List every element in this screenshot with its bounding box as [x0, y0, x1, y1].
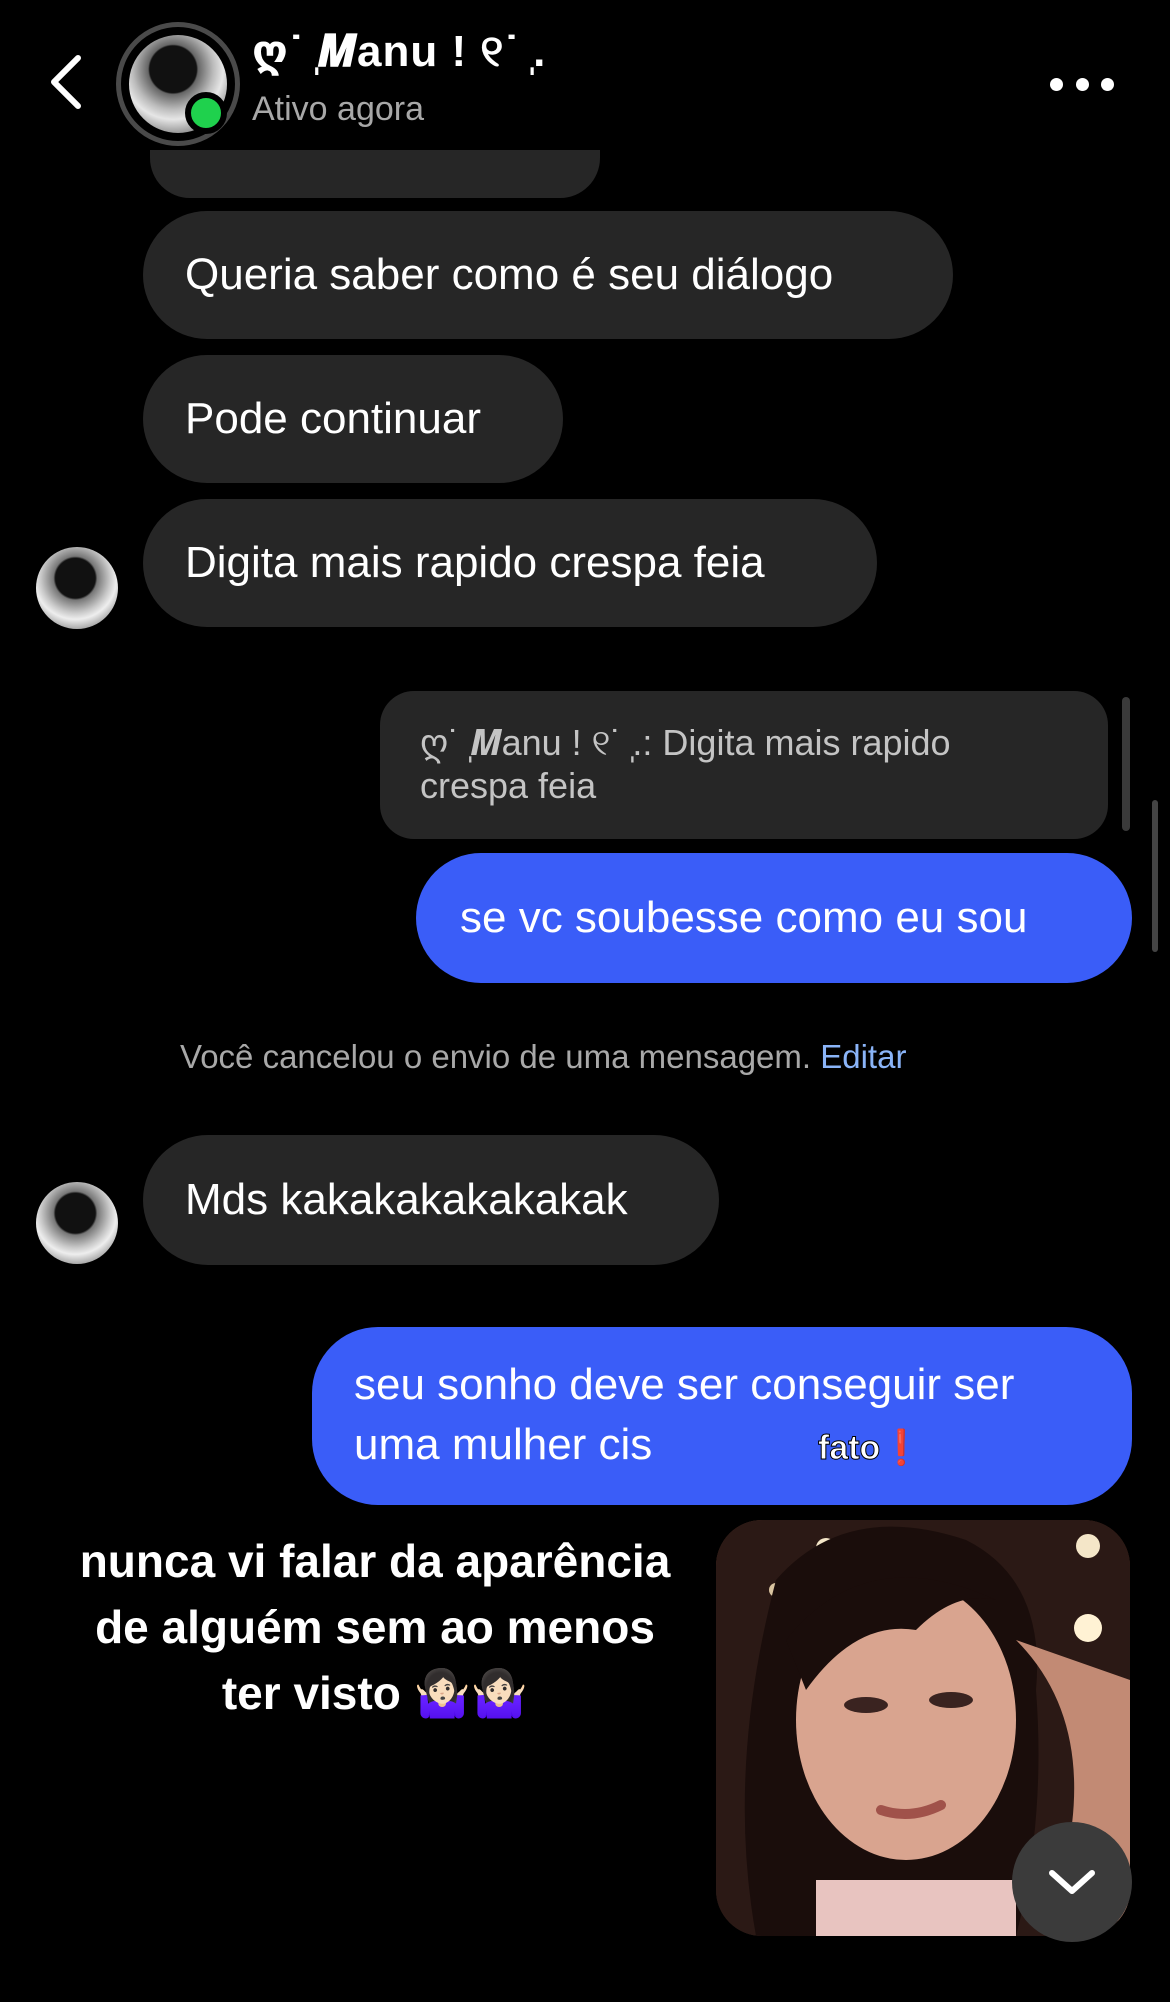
sender-avatar[interactable]	[36, 547, 118, 629]
scroll-to-bottom-button[interactable]	[1012, 1822, 1132, 1942]
system-note-text: Você cancelou o envio de uma mensagem.	[180, 1038, 812, 1075]
chevron-left-icon	[51, 55, 81, 109]
contact-avatar[interactable]	[116, 22, 240, 146]
outgoing-message[interactable]: se vc soubesse como eu sou	[416, 853, 1132, 983]
incoming-message[interactable]: Digita mais rapido crespa feia	[143, 499, 877, 627]
reply-side-bar	[1122, 697, 1130, 831]
more-horizontal-icon	[1050, 77, 1063, 91]
reply-quote-text: ღ˙ ̩𝑴anu ! ୧˙ ̩.: Digita mais rapido cre…	[420, 722, 951, 806]
sender-avatar[interactable]	[36, 1182, 118, 1264]
message-text: Mds kakakakakakakak	[185, 1175, 628, 1224]
system-note: Você cancelou o envio de uma mensagem. E…	[180, 1038, 906, 1076]
online-indicator	[185, 92, 227, 134]
edit-link[interactable]: Editar	[820, 1038, 906, 1075]
contact-status: Ativo agora	[252, 90, 424, 128]
more-options-button[interactable]	[1050, 66, 1114, 102]
message-text: Pode continuar	[185, 394, 481, 443]
overlay-caption-text: nunca vi falar da aparência de alguém se…	[79, 1535, 671, 1719]
contact-name[interactable]: ღ˙ ̩𝑴anu ! ୧˙ ̩.	[252, 26, 546, 77]
overlay-word: fato	[817, 1429, 881, 1468]
reply-quote[interactable]: ღ˙ ̩𝑴anu ! ୧˙ ̩.: Digita mais rapido cre…	[380, 691, 1108, 839]
previous-message-bubble	[150, 150, 600, 198]
outgoing-message[interactable]: seu sonho deve ser conseguir ser uma mul…	[312, 1327, 1132, 1505]
incoming-message[interactable]: Queria saber como é seu diálogo	[143, 211, 953, 339]
chevron-down-icon	[1049, 1870, 1095, 1894]
overlay-caption: nunca vi falar da aparência de alguém se…	[60, 1528, 690, 1726]
message-text: Queria saber como é seu diálogo	[185, 250, 834, 299]
exclamation-icon: ❗	[880, 1429, 923, 1468]
scrollbar[interactable]	[1152, 800, 1158, 952]
text-overlay-sticker: fato❗	[817, 1428, 923, 1468]
message-text: se vc soubesse como eu sou	[460, 893, 1028, 942]
incoming-message[interactable]: Pode continuar	[143, 355, 563, 483]
message-text: Digita mais rapido crespa feia	[185, 538, 765, 587]
back-button[interactable]	[44, 52, 88, 112]
incoming-message[interactable]: Mds kakakakakakakak	[143, 1135, 719, 1265]
